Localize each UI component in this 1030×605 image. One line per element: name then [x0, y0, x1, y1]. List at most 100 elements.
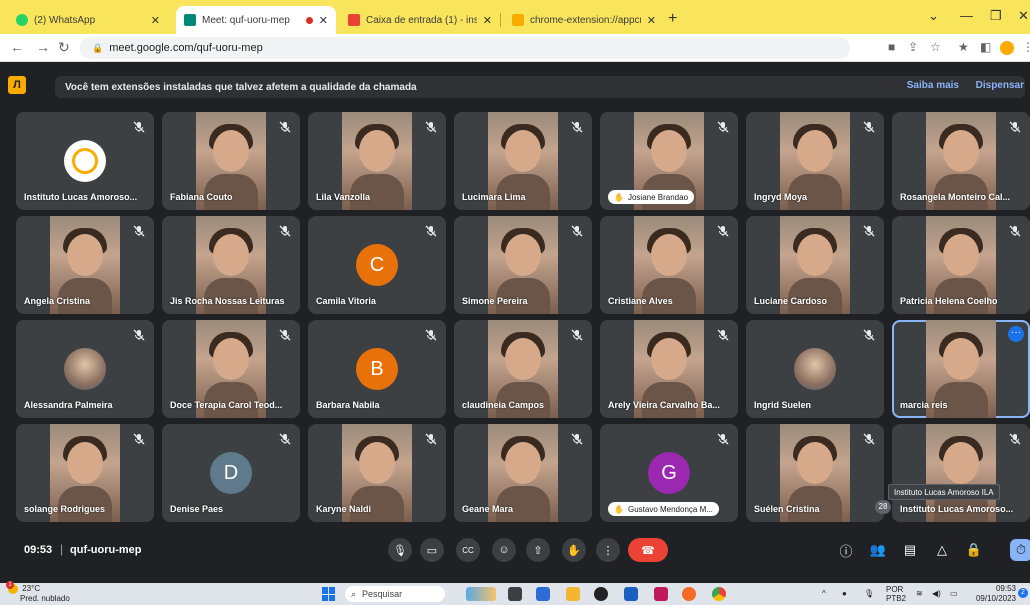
notification-badge[interactable]: 2 [1018, 588, 1028, 598]
maximize-icon[interactable]: ❐ [990, 8, 1002, 24]
close-tab-icon[interactable]: ✕ [151, 14, 160, 27]
close-tab-icon[interactable]: ✕ [483, 14, 492, 27]
info-icon[interactable]: ⓘ [838, 542, 854, 559]
chat-icon[interactable]: ▤ [902, 542, 918, 558]
participant-tile[interactable]: Karyne Naldi [308, 424, 446, 522]
volume-icon[interactable]: ◀) [932, 589, 941, 598]
participant-tile[interactable]: solange Rodrigues [16, 424, 154, 522]
muted-mic-icon [278, 328, 292, 342]
participant-tile[interactable]: Instituto Lucas Amoroso... [892, 424, 1030, 522]
participant-tile[interactable]: Patricia Helena Coelho [892, 216, 1030, 314]
participant-tile[interactable]: Arely Vieira Carvalho Ba... [600, 320, 738, 418]
tray-mic-icon[interactable]: 🎙 [864, 589, 874, 598]
divider: | [60, 542, 64, 556]
battery-icon[interactable]: ▭ [950, 589, 958, 598]
reactions-button[interactable]: ☺ [492, 538, 516, 562]
taskbar-search[interactable]: ⌕ Pesquisar [345, 586, 445, 602]
participant-tile[interactable]: Alessandra Palmeira [16, 320, 154, 418]
input-language[interactable]: POR PTB2 [886, 585, 906, 603]
tab-search-icon[interactable]: ⌄ [928, 8, 939, 24]
leave-call-button[interactable]: ☎ [628, 538, 668, 562]
chrome-icon[interactable] [712, 587, 726, 601]
forward-icon[interactable]: → [36, 39, 50, 55]
windows-start-icon[interactable] [322, 587, 336, 601]
lock-icon: 🔒 [92, 42, 104, 53]
participant-tile[interactable]: Instituto Lucas Amoroso... [16, 112, 154, 210]
wifi-icon[interactable]: ≋ [916, 589, 923, 598]
participant-name: Camila Vitoria [316, 296, 376, 306]
tab-whatsapp[interactable]: (2) WhatsApp ✕ [8, 6, 168, 34]
participant-tile[interactable]: G ✋ Gustavo Mendonça M... [600, 424, 738, 522]
sidepanel-icon[interactable]: ◧ [980, 40, 991, 54]
taskbar-clock[interactable]: 09:53 09/10/2023 [976, 584, 1016, 604]
firefox-icon[interactable] [682, 587, 696, 601]
weather-widget[interactable]: 1 23°C Pred. nublado [6, 581, 70, 603]
timer-icon[interactable]: ⏱ [1010, 539, 1030, 561]
participant-tile[interactable]: Ingryd Moya [746, 112, 884, 210]
dell-icon[interactable] [594, 587, 608, 601]
close-tab-icon[interactable]: ✕ [319, 14, 328, 27]
host-controls-icon[interactable]: 🔒 [966, 542, 982, 558]
participant-tile[interactable]: Luciane Cardoso [746, 216, 884, 314]
participant-tile[interactable]: B Barbara Nabila [308, 320, 446, 418]
file-explorer-icon[interactable] [566, 587, 580, 601]
new-tab-icon[interactable]: + [668, 10, 677, 28]
participant-tile[interactable]: Fabiana Couto [162, 112, 300, 210]
muted-mic-icon [278, 224, 292, 238]
present-button[interactable]: ⇧ [526, 538, 550, 562]
store-icon[interactable] [624, 587, 638, 601]
participant-tile[interactable]: Jis Rocha Nossas Leituras [162, 216, 300, 314]
close-tab-icon[interactable]: ✕ [647, 14, 656, 27]
close-window-icon[interactable]: ✕ [1018, 8, 1029, 24]
participant-tile[interactable]: Cristiane Alves [600, 216, 738, 314]
participant-tile[interactable]: Rosangela Monteiro Cal... [892, 112, 1030, 210]
participant-tile[interactable]: ✋ Josiane Brandao [600, 112, 738, 210]
widgets-icon[interactable] [466, 587, 496, 601]
participant-name: Alessandra Palmeira [24, 400, 113, 410]
activities-icon[interactable]: △ [934, 542, 950, 558]
learn-more-link[interactable]: Saiba mais [907, 80, 959, 91]
teams-icon[interactable] [536, 587, 550, 601]
menu-icon[interactable]: ⋮ [1022, 40, 1030, 54]
participant-name: Suélen Cristina [754, 504, 820, 514]
tray-app-icon[interactable]: ● [842, 589, 847, 598]
microphone-button[interactable]: 🎙 [388, 538, 412, 562]
camera-button[interactable]: ▭ [420, 538, 444, 562]
tab-meet[interactable]: Meet: quf-uoru-mep ✕ [176, 6, 336, 34]
participant-tile[interactable]: Doce Terapia Carol Teod... [162, 320, 300, 418]
bookmark-star-icon[interactable]: ☆ [930, 40, 941, 54]
camera-in-use-icon[interactable]: ■ [888, 40, 895, 54]
participant-tooltip: Instituto Lucas Amoroso ILA [888, 484, 1000, 500]
minimize-icon[interactable]: — [960, 8, 973, 23]
tab-gmail[interactable]: Caixa de entrada (1) - institutol ✕ [340, 6, 501, 34]
captions-button[interactable]: CC [456, 538, 480, 562]
participant-tile[interactable]: ··· marcia reis [892, 320, 1030, 418]
mcafee-icon[interactable] [654, 587, 668, 601]
address-bar[interactable]: 🔒 meet.google.com/quf-uoru-mep [80, 37, 850, 59]
participant-tile[interactable]: Geane Mara [454, 424, 592, 522]
participant-tile[interactable]: claudineia Campos [454, 320, 592, 418]
participant-tile[interactable]: D Denise Paes [162, 424, 300, 522]
participant-tile[interactable]: Lila Vanzolla [308, 112, 446, 210]
search-icon: ⌕ [351, 588, 357, 599]
reload-icon[interactable]: ↻ [58, 39, 70, 56]
participant-tile[interactable]: Angela Cristina [16, 216, 154, 314]
task-view-icon[interactable] [508, 587, 522, 601]
more-options-button[interactable]: ⋮ [596, 538, 620, 562]
more-options-icon[interactable]: ··· [1008, 326, 1024, 342]
raise-hand-button[interactable]: ✋ [562, 538, 586, 562]
tab-extension[interactable]: chrome-extension://appcnhiefc ✕ [504, 6, 664, 34]
participant-tile[interactable]: C Camila Vitoria [308, 216, 446, 314]
tray-chevron-icon[interactable]: ^ [822, 589, 826, 598]
tab-title: Meet: quf-uoru-mep [202, 14, 290, 26]
extensions-icon[interactable]: ★ [958, 40, 969, 54]
profile-avatar[interactable] [1000, 41, 1014, 55]
share-icon[interactable]: ⇪ [908, 40, 918, 54]
people-icon[interactable]: 👥 [870, 542, 886, 558]
back-icon[interactable]: ← [10, 39, 24, 55]
participant-tile[interactable]: Ingrid Suelen [746, 320, 884, 418]
participant-tile[interactable]: Simone Pereira [454, 216, 592, 314]
participant-tile[interactable]: Suélen Cristina [746, 424, 884, 522]
participant-tile[interactable]: Lucimara Lima [454, 112, 592, 210]
dismiss-button[interactable]: Dispensar [976, 80, 1024, 91]
